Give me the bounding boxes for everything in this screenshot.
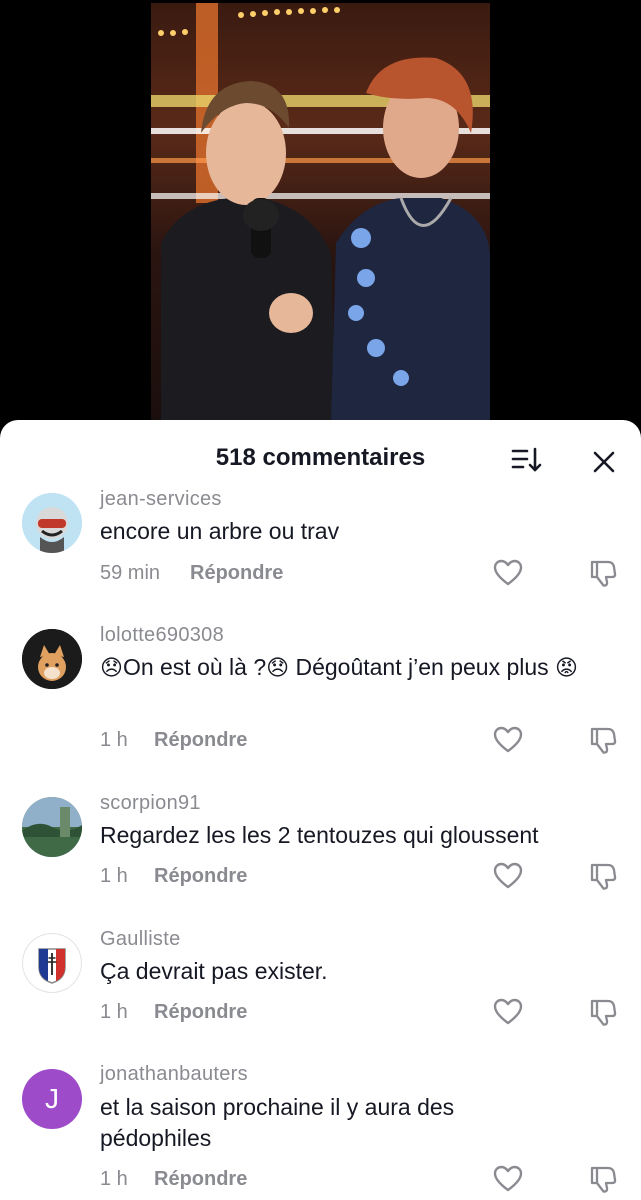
comment-time: 1 h <box>100 865 128 887</box>
comment-time: 1 h <box>100 1001 128 1023</box>
heart-icon[interactable] <box>493 559 523 587</box>
comment-username[interactable]: jonathanbauters <box>100 1063 248 1086</box>
comment-text-part: On est où là ? <box>122 654 267 680</box>
comment-username[interactable]: jean-services <box>100 488 222 511</box>
video-thumbnail[interactable] <box>151 3 490 423</box>
comment-text: encore un arbre ou trav <box>100 518 340 544</box>
comment-username[interactable]: lolotte690308 <box>100 624 224 647</box>
lorraine-cross-shield-avatar-icon <box>38 948 66 984</box>
robot-helmet-avatar-icon <box>22 493 82 553</box>
comment-text: Regardez les les 2 tentouzes qui glousse… <box>100 822 539 848</box>
comment-text: Ça devrait pas exister. <box>100 958 328 984</box>
video-image <box>151 3 490 423</box>
comment-time: 1 h <box>100 729 128 751</box>
dislike-icon[interactable] <box>588 997 618 1027</box>
comment-text: 😞On est où là ?😞 Dégoûtant j’en peux plu… <box>100 652 630 683</box>
heart-icon[interactable] <box>493 862 523 890</box>
reply-button[interactable]: Répondre <box>154 865 247 888</box>
user-avatar[interactable] <box>22 797 82 857</box>
user-avatar[interactable] <box>22 629 82 689</box>
close-icon[interactable] <box>590 448 618 476</box>
comment-time: 59 min <box>100 562 161 584</box>
comment-text-part: Dégoûtant j’en peux plus <box>289 654 556 680</box>
user-avatar[interactable] <box>22 933 82 993</box>
sort-icon[interactable] <box>510 446 544 474</box>
reply-button[interactable]: Répondre <box>154 1168 247 1191</box>
video-player[interactable] <box>0 0 641 440</box>
reply-button[interactable]: Répondre <box>154 729 247 752</box>
comment-text: et la saison prochaine il y aura des péd… <box>100 1094 455 1151</box>
comments-header: 518 commentaires <box>0 420 641 496</box>
reply-button[interactable]: Répondre <box>190 562 283 585</box>
landscape-avatar-icon <box>22 797 82 857</box>
disappointed-emoji-icon: 😞 <box>100 655 123 680</box>
comment-time: 1 h <box>100 1168 128 1190</box>
dislike-icon[interactable] <box>588 1164 618 1194</box>
heart-icon[interactable] <box>493 998 523 1026</box>
dislike-icon[interactable] <box>588 861 618 891</box>
shiba-dog-avatar-icon <box>22 629 82 689</box>
angry-emoji-icon: 😡 <box>555 655 578 680</box>
dislike-icon[interactable] <box>588 558 618 588</box>
comments-count-title: 518 commentaires <box>215 444 426 471</box>
heart-icon[interactable] <box>493 726 523 754</box>
disappointed-emoji-icon: 😞 <box>266 655 290 680</box>
dislike-icon[interactable] <box>588 725 618 755</box>
comment-username[interactable]: scorpion91 <box>100 792 201 815</box>
comment-username[interactable]: Gaulliste <box>100 928 181 951</box>
heart-icon[interactable] <box>493 1165 523 1193</box>
reply-button[interactable]: Répondre <box>154 1001 247 1024</box>
user-avatar[interactable]: J <box>22 1069 82 1129</box>
user-avatar[interactable] <box>22 493 82 553</box>
